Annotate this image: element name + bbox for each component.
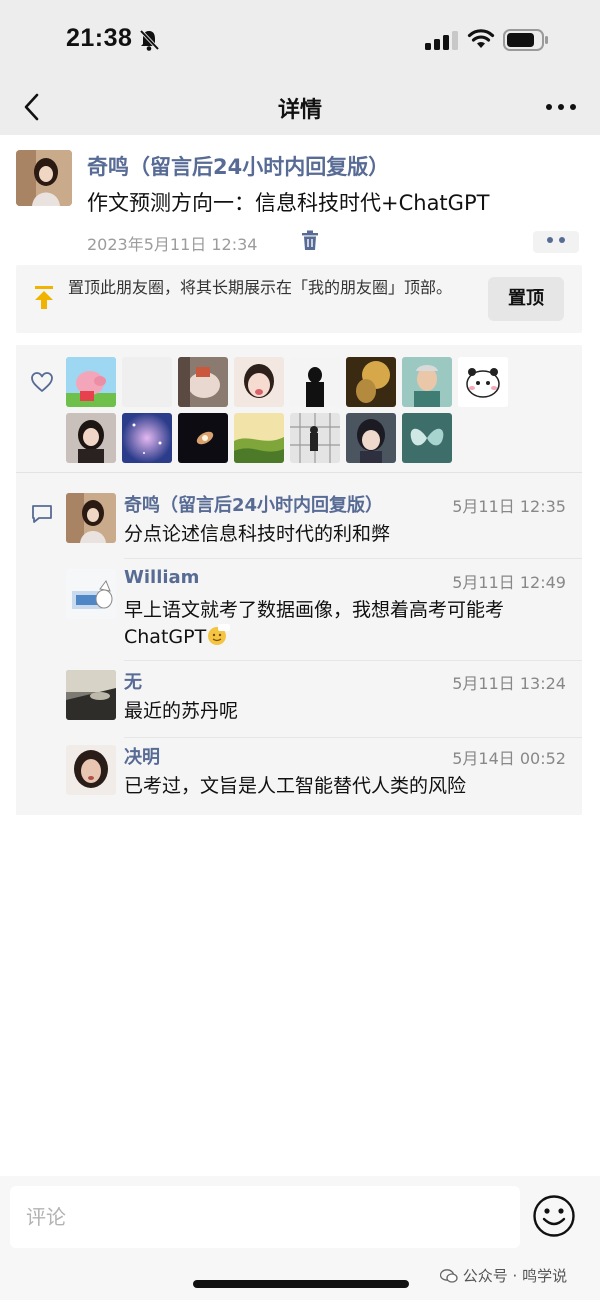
comment-separator bbox=[66, 737, 582, 738]
comment-avatar[interactable] bbox=[66, 745, 116, 795]
post-actions-button[interactable] bbox=[533, 231, 579, 253]
like-avatar[interactable] bbox=[178, 357, 228, 407]
comment-time: 5月11日 12:49 bbox=[452, 573, 566, 592]
comment-author[interactable]: 奇鸣（留言后24小时内回复版） bbox=[124, 491, 383, 517]
comment-icon bbox=[32, 505, 52, 523]
like-avatar[interactable] bbox=[346, 413, 396, 463]
like-avatar[interactable] bbox=[402, 357, 452, 407]
like-avatar[interactable] bbox=[66, 357, 116, 407]
pin-description: 置顶此朋友圈，将其长期展示在「我的朋友圈」顶部。 bbox=[68, 278, 453, 297]
comment-time: 5月11日 12:35 bbox=[452, 497, 566, 516]
post-text: 作文预测方向一：信息科技时代+ChatGPT bbox=[87, 191, 490, 215]
panel-divider bbox=[16, 472, 582, 473]
like-avatar[interactable] bbox=[122, 413, 172, 463]
like-avatar[interactable] bbox=[66, 413, 116, 463]
emoji-icon[interactable] bbox=[532, 1194, 576, 1238]
comment-item[interactable]: 决明 5月14日 00:52 已考过，文旨是人工智能替代人类的风险 bbox=[66, 745, 582, 805]
comment-item[interactable]: 无 5月11日 13:24 最近的苏丹呢 bbox=[66, 670, 582, 730]
like-avatar[interactable] bbox=[178, 413, 228, 463]
comment-text: 早上语文就考了数据画像，我想着高考可能考ChatGPT bbox=[124, 599, 505, 648]
comment-author[interactable]: 决明 bbox=[124, 743, 160, 769]
home-indicator bbox=[193, 1280, 409, 1288]
trash-icon[interactable] bbox=[301, 230, 319, 252]
wechat-official-icon bbox=[439, 1269, 458, 1283]
like-avatar[interactable] bbox=[458, 357, 508, 407]
watermark: 公众号 · 鸣学说 bbox=[439, 1265, 567, 1286]
comment-author[interactable]: William bbox=[124, 567, 199, 588]
like-avatar[interactable] bbox=[290, 413, 340, 463]
comment-text: 已考过，文旨是人工智能替代人类的风险 bbox=[124, 775, 467, 797]
comment-separator bbox=[66, 558, 582, 559]
post-date: 2023年5月11日 12:34 bbox=[87, 235, 258, 254]
nav-bar: 详情 bbox=[0, 80, 600, 135]
comment-input[interactable]: 评论 bbox=[10, 1186, 520, 1248]
comment-time: 5月11日 13:24 bbox=[452, 674, 566, 693]
comment-bar: 评论 公众号 · 鸣学说 bbox=[0, 1176, 600, 1300]
comment-avatar[interactable] bbox=[66, 670, 116, 720]
post-author-name[interactable]: 奇鸣（留言后24小时内回复版） bbox=[87, 151, 389, 181]
comment-time: 5月14日 00:52 bbox=[452, 749, 566, 768]
pin-banner: 置顶此朋友圈，将其长期展示在「我的朋友圈」顶部。 置顶 bbox=[16, 265, 582, 333]
signal-icon bbox=[425, 31, 458, 50]
like-avatar[interactable] bbox=[290, 357, 340, 407]
like-avatar[interactable] bbox=[234, 413, 284, 463]
battery-icon bbox=[503, 29, 548, 51]
comment-text: 分点论述信息科技时代的利和弊 bbox=[124, 523, 391, 545]
comment-item[interactable]: 奇鸣（留言后24小时内回复版） 5月11日 12:35 分点论述信息科技时代的利… bbox=[66, 493, 582, 553]
comment-item[interactable]: William 5月11日 12:49 早上语文就考了数据画像，我想着高考可能考… bbox=[66, 567, 582, 657]
interaction-panel: 奇鸣（留言后24小时内回复版） 5月11日 12:35 分点论述信息科技时代的利… bbox=[16, 345, 582, 815]
pin-button[interactable]: 置顶 bbox=[488, 277, 564, 321]
like-avatar[interactable] bbox=[402, 413, 452, 463]
like-avatar[interactable] bbox=[346, 357, 396, 407]
status-bar: 21:38 bbox=[0, 0, 600, 80]
like-avatar[interactable] bbox=[122, 357, 172, 407]
status-time: 21:38 bbox=[66, 24, 133, 52]
comment-author[interactable]: 无 bbox=[124, 668, 142, 694]
more-icon[interactable] bbox=[544, 94, 578, 120]
bell-slash-icon bbox=[139, 29, 160, 51]
page-title: 详情 bbox=[277, 98, 322, 123]
emoji-666-icon bbox=[208, 624, 231, 645]
post-author-avatar[interactable] bbox=[16, 150, 72, 206]
comment-avatar[interactable] bbox=[66, 569, 116, 619]
heart-icon bbox=[31, 372, 53, 392]
comment-text: 最近的苏丹呢 bbox=[124, 700, 239, 722]
like-avatar[interactable] bbox=[234, 357, 284, 407]
pin-top-icon bbox=[35, 286, 53, 309]
comment-avatar[interactable] bbox=[66, 493, 116, 543]
wifi-icon bbox=[467, 29, 495, 48]
comment-separator bbox=[66, 660, 582, 661]
